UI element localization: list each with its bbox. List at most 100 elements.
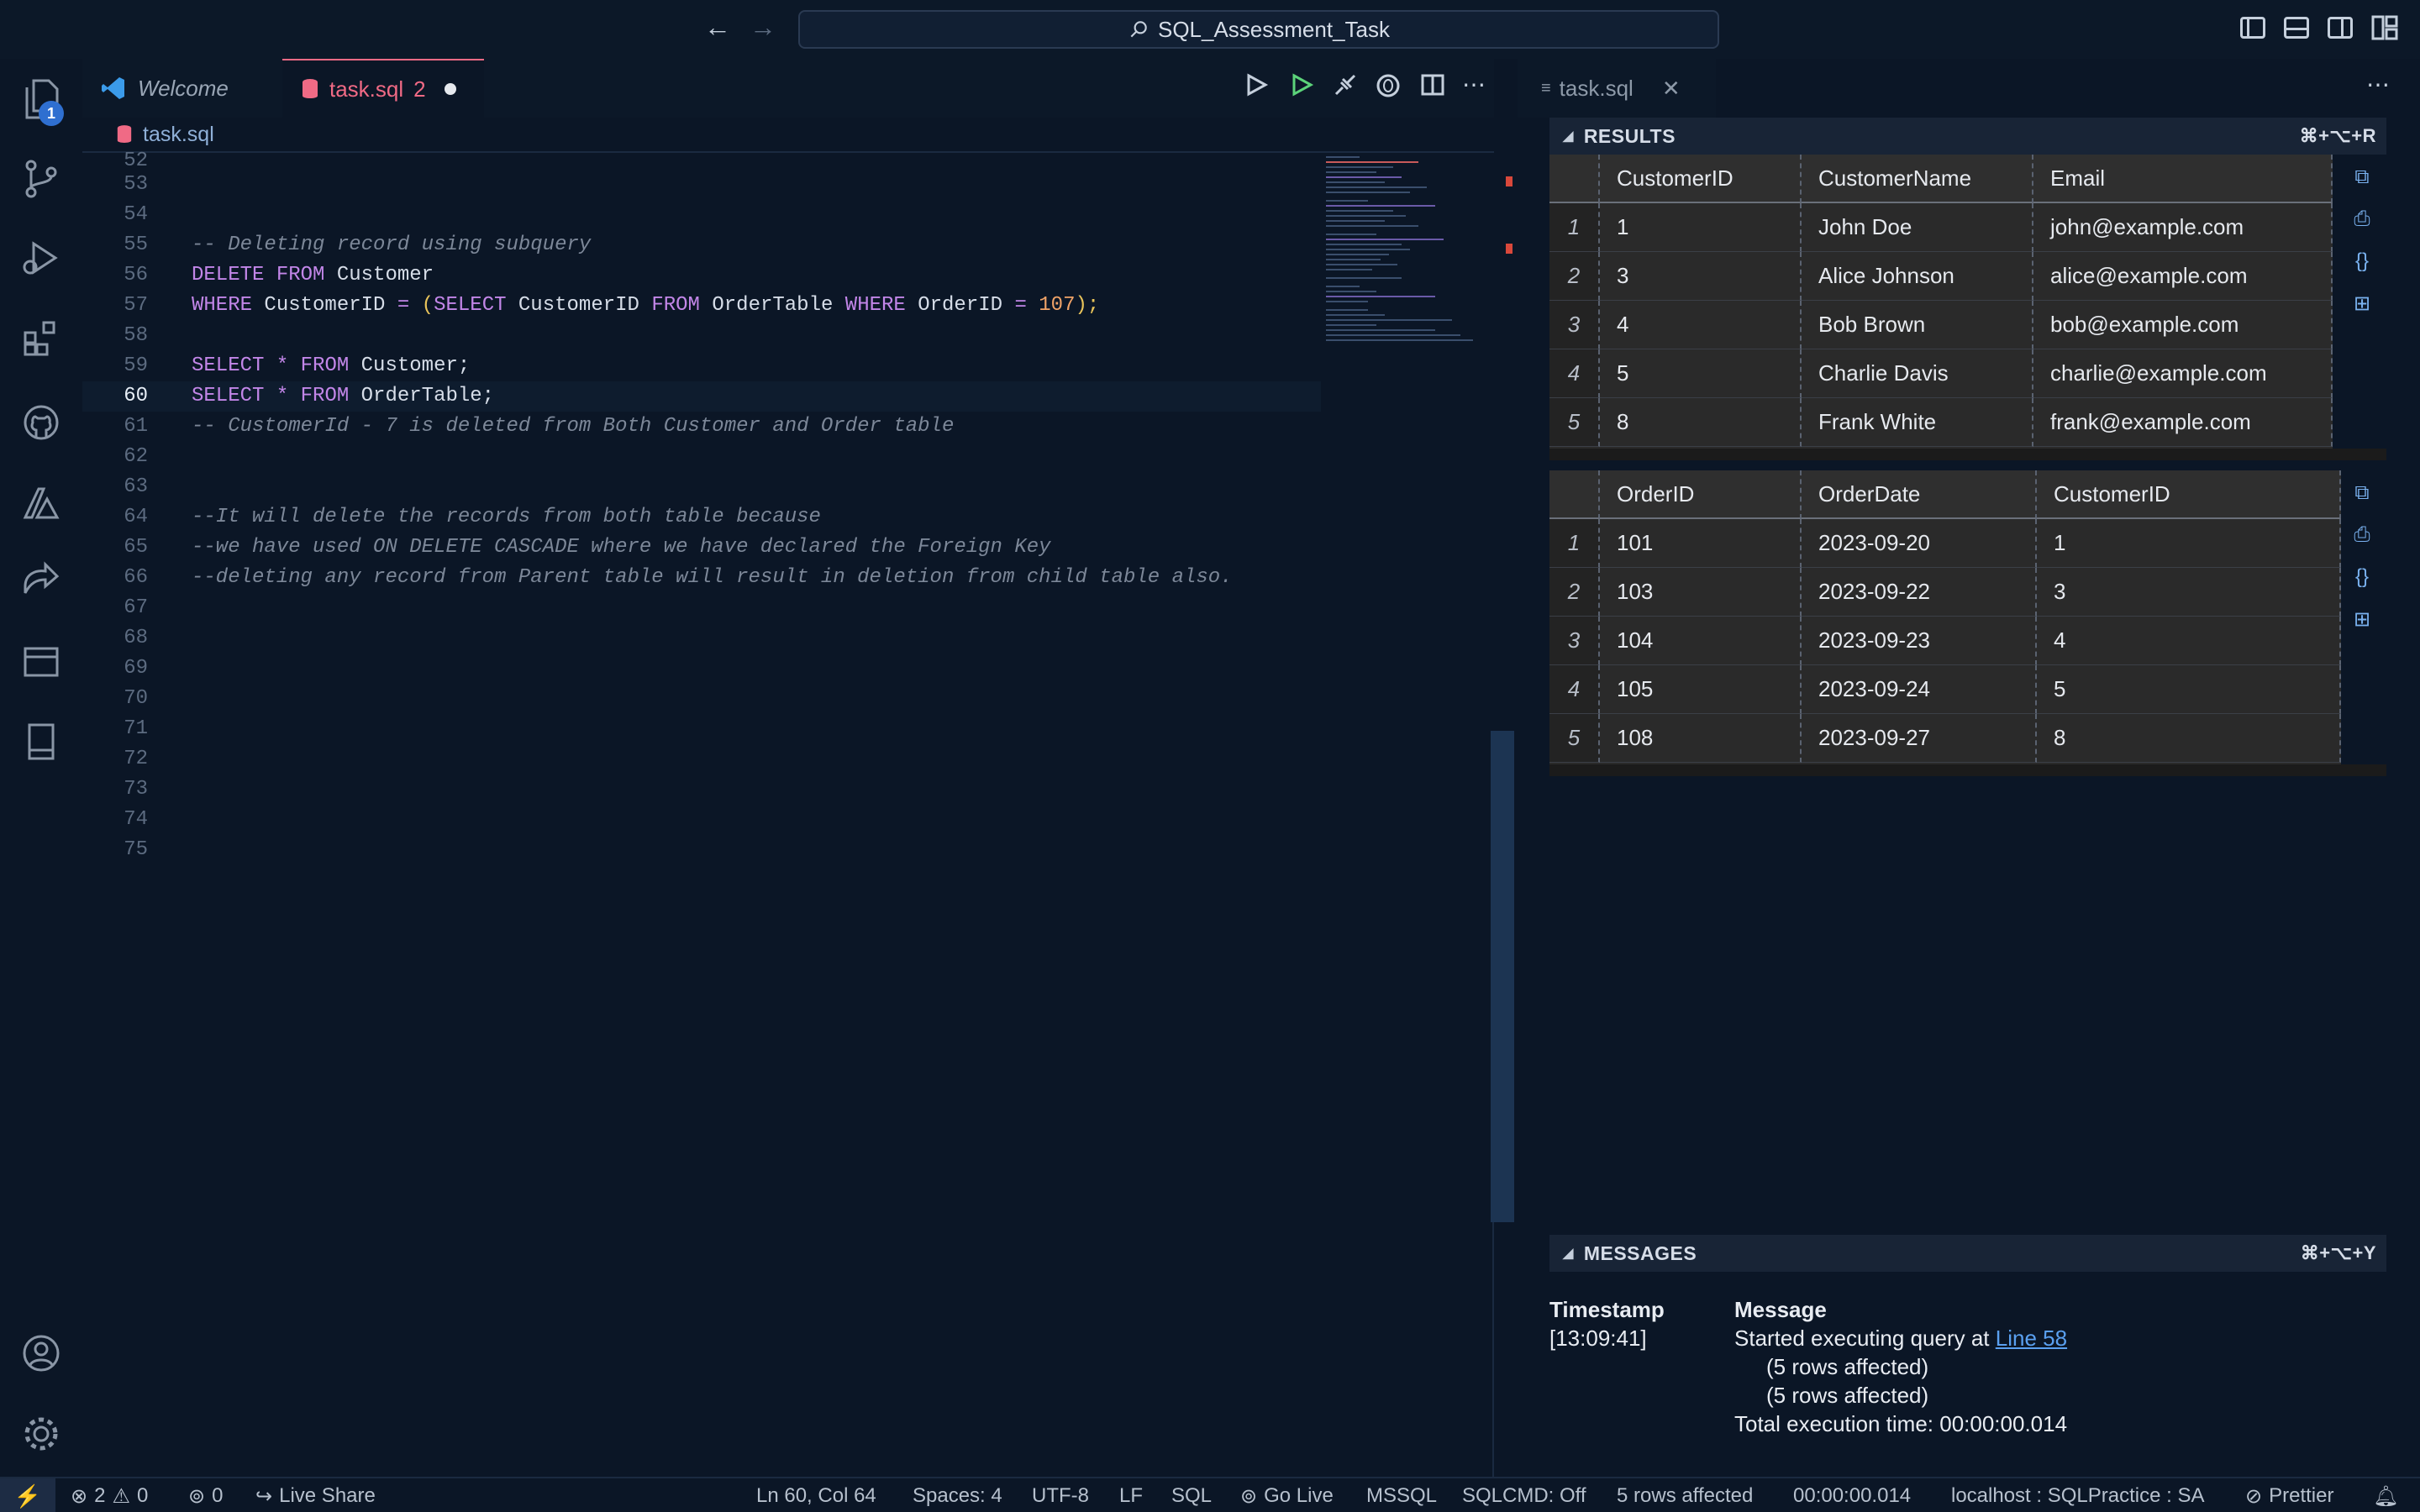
remote-indicator-icon[interactable]: ⚡ bbox=[0, 1478, 55, 1512]
go-live-button[interactable]: ⊚ Go Live bbox=[1240, 1478, 1334, 1512]
grid-cell[interactable]: frank@example.com bbox=[2033, 398, 2333, 447]
grid-scrollbar[interactable] bbox=[1549, 449, 2386, 460]
save-csv-icon[interactable]: ⎙ bbox=[2348, 521, 2376, 549]
line-link[interactable]: Line 58 bbox=[1996, 1326, 2067, 1351]
azure-icon[interactable] bbox=[18, 480, 64, 526]
more-actions-icon[interactable]: ⋯ bbox=[1462, 71, 1486, 98]
order-results-grid[interactable]: OrderID OrderDate CustomerID 1 101 2023-… bbox=[1549, 470, 2341, 764]
save-json-icon[interactable]: {} bbox=[2348, 247, 2376, 276]
cursor-position[interactable]: Ln 60, Col 64 bbox=[756, 1478, 876, 1512]
accounts-icon[interactable] bbox=[18, 1331, 64, 1376]
grid-cell[interactable]: 101 bbox=[1600, 519, 1802, 568]
tab-task-sql-results[interactable]: ≡ task.sql ✕ bbox=[1518, 59, 1716, 118]
tab-task-sql[interactable]: task.sql 2 bbox=[282, 59, 484, 118]
code-editor[interactable]: 52 53 54 -- Deleting record using subque… bbox=[82, 150, 1494, 1477]
grid-cell[interactable]: john@example.com bbox=[2033, 203, 2333, 252]
unsaved-dot-icon[interactable] bbox=[444, 83, 456, 95]
grid-cell[interactable]: 5 bbox=[2037, 665, 2341, 714]
grid-cell[interactable]: Charlie Davis bbox=[1802, 349, 2033, 398]
table-row[interactable]: 1 1 John Doe john@example.com bbox=[1549, 203, 2333, 252]
grid-cell[interactable]: Bob Brown bbox=[1802, 301, 2033, 349]
grid-cell[interactable]: 8 bbox=[2037, 714, 2341, 763]
grid-cell[interactable]: 1 bbox=[2037, 519, 2341, 568]
grid-cell[interactable]: 4 bbox=[2037, 617, 2341, 665]
grid-cell[interactable]: charlie@example.com bbox=[2033, 349, 2333, 398]
column-header[interactable]: CustomerID bbox=[2037, 470, 2341, 519]
grid-cell[interactable]: Frank White bbox=[1802, 398, 2033, 447]
grid-cell[interactable]: 5 bbox=[1600, 349, 1802, 398]
grid-cell[interactable]: 2023-09-23 bbox=[1802, 617, 2037, 665]
github-icon[interactable] bbox=[18, 400, 64, 445]
tab-welcome[interactable]: Welcome bbox=[82, 59, 281, 118]
table-row[interactable]: 3 104 2023-09-23 4 bbox=[1549, 617, 2341, 665]
maximize-grid-icon[interactable]: ⧉ bbox=[2348, 479, 2376, 507]
table-row[interactable]: 4 5 Charlie Davis charlie@example.com bbox=[1549, 349, 2333, 398]
toggle-panel-icon[interactable] bbox=[2284, 17, 2309, 39]
run-file-icon[interactable] bbox=[1289, 72, 1314, 103]
live-share-icon[interactable] bbox=[18, 558, 64, 603]
secondary-more-icon[interactable]: ⋯ bbox=[2366, 71, 2390, 98]
grid-cell[interactable]: 2023-09-22 bbox=[1802, 568, 2037, 617]
ports-indicator[interactable]: ⊚ 0 bbox=[188, 1478, 223, 1512]
grid-cell[interactable]: 1 bbox=[1600, 203, 1802, 252]
source-control-icon[interactable] bbox=[18, 156, 64, 202]
prettier-status[interactable]: ⊘ Prettier bbox=[2245, 1478, 2333, 1512]
connection-status[interactable]: localhost : SQLPractice : SA bbox=[1951, 1478, 2204, 1512]
column-header[interactable]: CustomerName bbox=[1802, 155, 2033, 203]
grid-scrollbar[interactable] bbox=[1549, 764, 2386, 776]
notebook-icon[interactable] bbox=[18, 719, 64, 764]
grid-cell[interactable]: 2023-09-20 bbox=[1802, 519, 2037, 568]
toggle-secondary-sidebar-icon[interactable] bbox=[2328, 17, 2353, 39]
column-header[interactable]: Email bbox=[2033, 155, 2333, 203]
editor-scrollbar-thumb[interactable] bbox=[1491, 731, 1514, 1222]
customer-results-grid[interactable]: CustomerID CustomerName Email 1 1 John D… bbox=[1549, 155, 2333, 449]
grid-cell[interactable]: 4 bbox=[1600, 301, 1802, 349]
extensions-icon[interactable] bbox=[18, 316, 64, 361]
grid-cell[interactable]: alice@example.com bbox=[2033, 252, 2333, 301]
back-arrow-icon[interactable]: ← bbox=[704, 12, 731, 43]
live-share-status[interactable]: ↪ Live Share bbox=[255, 1478, 376, 1512]
grid-cell[interactable]: 104 bbox=[1600, 617, 1802, 665]
split-editor-icon[interactable] bbox=[1420, 72, 1445, 103]
mssql-status[interactable]: MSSQL bbox=[1366, 1478, 1437, 1512]
grid-cell[interactable]: 105 bbox=[1600, 665, 1802, 714]
save-csv-icon[interactable]: ⎙ bbox=[2348, 205, 2376, 234]
table-row[interactable]: 2 3 Alice Johnson alice@example.com bbox=[1549, 252, 2333, 301]
end-of-line[interactable]: LF bbox=[1119, 1478, 1143, 1512]
minimap[interactable] bbox=[1326, 153, 1491, 388]
grid-cell[interactable]: 108 bbox=[1600, 714, 1802, 763]
grid-cell[interactable]: 2023-09-27 bbox=[1802, 714, 2037, 763]
customize-layout-icon[interactable] bbox=[2371, 15, 2398, 40]
messages-header[interactable]: ◢ MESSAGES ⌘+⌥+Y bbox=[1549, 1235, 2386, 1272]
grid-cell[interactable]: 103 bbox=[1600, 568, 1802, 617]
indentation[interactable]: Spaces: 4 bbox=[913, 1478, 1002, 1512]
save-json-icon[interactable]: {} bbox=[2348, 563, 2376, 591]
column-header[interactable]: OrderDate bbox=[1802, 470, 2037, 519]
grid-cell[interactable]: John Doe bbox=[1802, 203, 2033, 252]
grid-cell[interactable]: bob@example.com bbox=[2033, 301, 2333, 349]
table-row[interactable]: 2 103 2023-09-22 3 bbox=[1549, 568, 2341, 617]
table-row[interactable]: 3 4 Bob Brown bob@example.com bbox=[1549, 301, 2333, 349]
maximize-grid-icon[interactable]: ⧉ bbox=[2348, 163, 2376, 192]
table-row[interactable]: 5 108 2023-09-27 8 bbox=[1549, 714, 2341, 763]
language-mode[interactable]: SQL bbox=[1171, 1478, 1212, 1512]
save-excel-icon[interactable]: ⊞ bbox=[2348, 289, 2376, 318]
run-debug-icon[interactable] bbox=[18, 235, 64, 281]
connect-icon[interactable] bbox=[1333, 72, 1358, 103]
sqlcmd-status[interactable]: SQLCMD: Off bbox=[1462, 1478, 1586, 1512]
column-header[interactable]: CustomerID bbox=[1600, 155, 1802, 203]
sql-server-icon[interactable] bbox=[18, 638, 64, 684]
save-excel-icon[interactable]: ⊞ bbox=[2348, 605, 2376, 633]
collapse-triangle-icon[interactable]: ◢ bbox=[1563, 128, 1574, 144]
change-database-icon[interactable] bbox=[1375, 72, 1402, 105]
collapse-triangle-icon[interactable]: ◢ bbox=[1563, 1245, 1574, 1262]
close-tab-icon[interactable]: ✕ bbox=[1662, 76, 1681, 102]
grid-cell[interactable]: 3 bbox=[2037, 568, 2341, 617]
grid-cell[interactable]: 2023-09-24 bbox=[1802, 665, 2037, 714]
notifications-bell-icon[interactable]: 🔔︎ bbox=[2373, 1478, 2398, 1512]
command-center-search[interactable]: SQL_Assessment_Task bbox=[798, 10, 1719, 49]
problems-indicator[interactable]: ⊗ 2 ⚠ 0 bbox=[71, 1478, 148, 1512]
table-row[interactable]: 4 105 2023-09-24 5 bbox=[1549, 665, 2341, 714]
grid-cell[interactable]: 8 bbox=[1600, 398, 1802, 447]
table-row[interactable]: 1 101 2023-09-20 1 bbox=[1549, 519, 2341, 568]
